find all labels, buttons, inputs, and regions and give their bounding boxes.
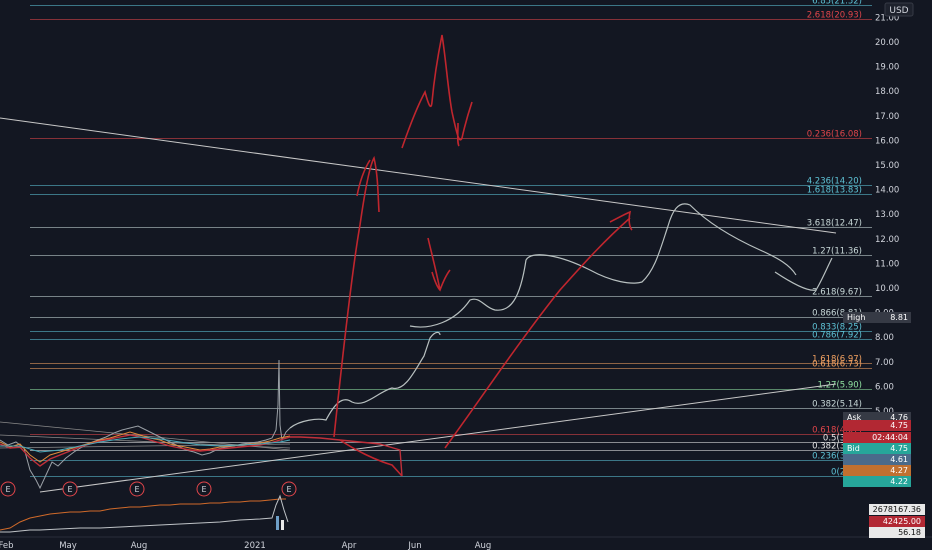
price-tag-value: 02:44:04 [872,433,908,442]
y-tick-label: 16.00 [875,136,899,146]
y-tick-label: 10.00 [875,284,899,294]
fib-label: 0.382(5.14) [812,400,862,410]
y-tick-label: 19.00 [875,63,899,73]
fib-label: 1.618(13.83) [807,186,862,196]
volume-spike [276,516,279,530]
x-tick-label: Aug [131,541,148,550]
y-tick-label: 13.00 [875,210,899,220]
x-tick-label: May [59,541,77,550]
y-tick-label: 20.00 [875,38,899,48]
y-tick-label: 17.00 [875,112,899,122]
price-tag-value: 4.75 [890,444,908,453]
x-tick-label: Aug [475,541,492,550]
currency-badge[interactable]: USD [884,2,914,17]
y-tick-label: 11.00 [875,259,899,269]
y-tick-label: 7.00 [875,358,894,368]
earnings-marker-label: E [201,485,206,494]
price-tag-value: 4.22 [890,477,908,486]
indicator-tags: 2678167.36 42425.00 56.18 [869,504,925,538]
fib-label: 0.236(16.08) [807,130,862,140]
price-tag-value: 4.27 [890,466,908,475]
indicator-tag-value: 2678167.36 [873,505,921,514]
y-tick-label: 15.00 [875,161,899,171]
price-tag-label: Bid [847,444,860,453]
price-tag-value: 4.75 [890,421,908,430]
fib-label: 6.85(21.52) [812,0,862,7]
fib-label: 0.786(7.92) [812,331,862,341]
x-tick-label: Apr [342,541,357,550]
indicator-tag-value: 56.18 [898,528,921,537]
x-tick-label: Feb [0,541,14,550]
fib-label: 2.618(20.93) [807,11,862,21]
fib-label: 1.27(11.36) [812,247,862,257]
y-tick-label: 12.00 [875,235,899,245]
price-tag-label: High [847,313,865,322]
y-tick-label: 14.00 [875,186,899,196]
earnings-marker-label: E [286,485,291,494]
indicator-tag-value: 42425.00 [883,517,921,526]
price-chart[interactable]: 6.85(21.52)2.618(20.93)0.236(16.08)4.236… [0,0,932,550]
fib-label: 3.618(12.47) [807,219,862,229]
x-tick-label: Jun [407,541,421,550]
earnings-marker-label: E [5,485,10,494]
currency-badge-text: USD [889,6,908,16]
fib-label: 2.618(9.67) [812,288,862,298]
y-tick-label: 8.00 [875,333,894,343]
chart-background [0,0,932,550]
earnings-marker-label: E [134,485,139,494]
price-tag-value: 8.81 [890,313,908,322]
y-tick-label: 6.00 [875,382,894,392]
fib-label: 0.618(6.73) [812,360,862,370]
volume-spike-2 [281,520,284,530]
y-tick-label: 18.00 [875,87,899,97]
price-tag-value: 4.61 [890,455,908,464]
earnings-marker-label: E [67,485,72,494]
x-tick-label: 2021 [244,541,266,550]
